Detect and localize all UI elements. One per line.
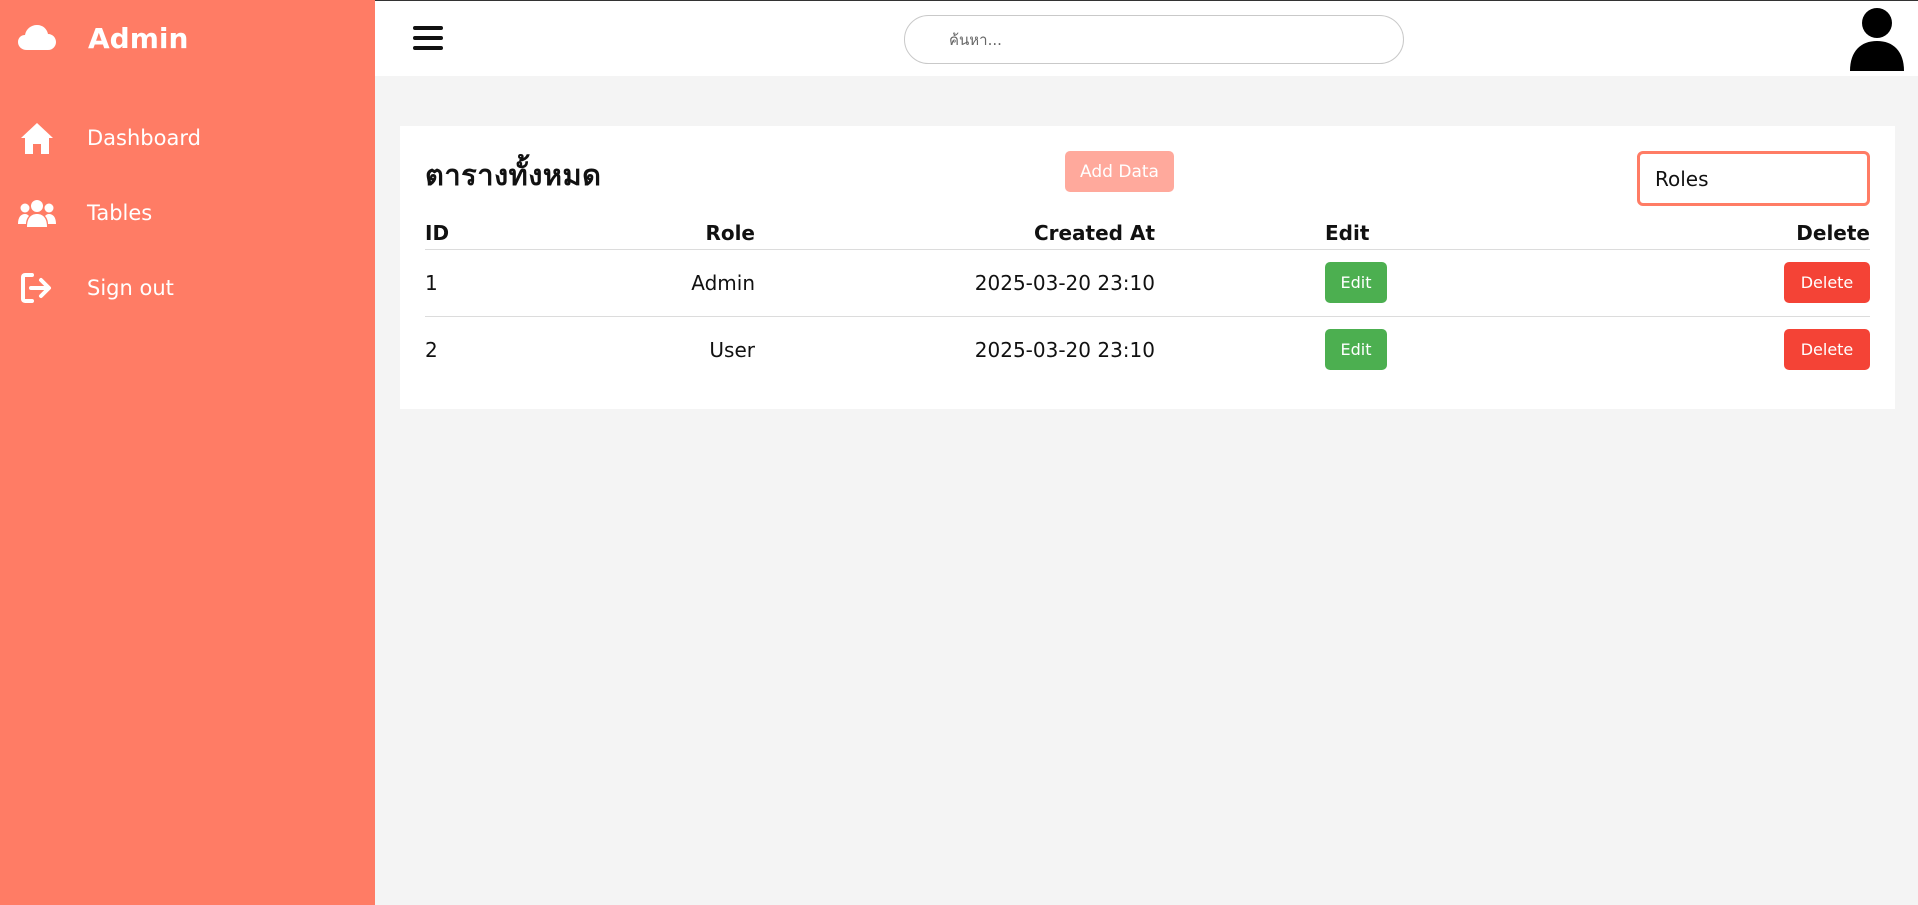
- sidebar-item-label: Tables: [87, 200, 153, 225]
- edit-button[interactable]: Edit: [1325, 329, 1387, 371]
- home-icon: [18, 119, 56, 157]
- header-delete: Delete: [1796, 221, 1870, 245]
- cell-role: User: [605, 315, 755, 383]
- table-row: 1 Admin 2025-03-20 23:10 Edit Delete: [425, 248, 1870, 316]
- table-header-row: ID Role Created At Edit Delete: [425, 221, 1870, 249]
- cell-created-at: 2025-03-20 23:10: [755, 315, 1155, 383]
- sidebar-item-sign-out[interactable]: Sign out: [0, 250, 375, 325]
- sidebar-nav: Dashboard Tables Sign out: [0, 100, 375, 325]
- hamburger-icon[interactable]: [411, 21, 445, 55]
- brand: Admin: [0, 0, 375, 76]
- table-select[interactable]: Roles: [1637, 151, 1870, 206]
- add-data-button[interactable]: Add Data: [1065, 151, 1174, 192]
- sidebar-item-dashboard[interactable]: Dashboard: [0, 100, 375, 175]
- roles-table: ID Role Created At Edit Delete 1 Admin 2…: [425, 221, 1870, 383]
- topbar: [375, 0, 1918, 76]
- cell-id: 1: [425, 248, 605, 316]
- header-edit: Edit: [1325, 221, 1370, 245]
- cell-edit: Edit: [1155, 315, 1387, 383]
- sidebar: Admin Dashboard Tables Sign out: [0, 0, 375, 905]
- sign-out-icon: [18, 269, 56, 307]
- cell-id: 2: [425, 315, 605, 383]
- header-id: ID: [425, 221, 450, 245]
- cell-created-at: 2025-03-20 23:10: [755, 248, 1155, 316]
- user-avatar-icon[interactable]: [1847, 5, 1907, 73]
- delete-button[interactable]: Delete: [1784, 329, 1870, 371]
- search-input[interactable]: [904, 15, 1404, 64]
- page-title: ตารางทั้งหมด: [425, 158, 602, 192]
- users-icon: [18, 194, 56, 232]
- header-created-at: Created At: [1033, 221, 1155, 245]
- brand-title: Admin: [88, 21, 189, 55]
- cell-edit: Edit: [1155, 248, 1387, 316]
- roles-table-card: ตารางทั้งหมด Add Data Roles ID Role Crea…: [400, 126, 1895, 409]
- cell-delete: Delete: [1385, 315, 1870, 383]
- sidebar-item-label: Sign out: [87, 275, 174, 300]
- cloud-icon: [18, 22, 56, 54]
- delete-button[interactable]: Delete: [1784, 262, 1870, 303]
- table-row: 2 User 2025-03-20 23:10 Edit Delete: [425, 315, 1870, 383]
- cell-role: Admin: [605, 248, 755, 316]
- sidebar-item-label: Dashboard: [87, 125, 201, 150]
- header-role: Role: [705, 221, 755, 245]
- sidebar-item-tables[interactable]: Tables: [0, 175, 375, 250]
- cell-delete: Delete: [1385, 248, 1870, 316]
- edit-button[interactable]: Edit: [1325, 262, 1387, 303]
